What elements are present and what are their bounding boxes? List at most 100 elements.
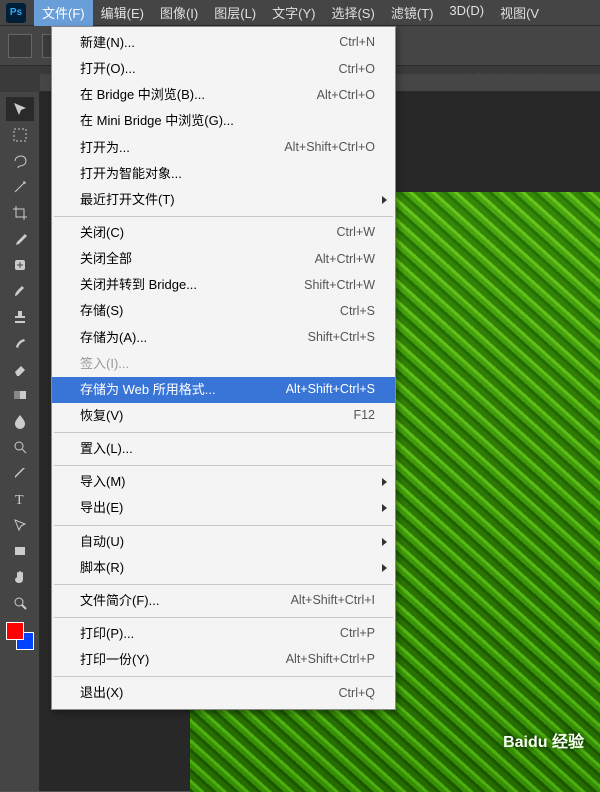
wand-icon <box>12 179 28 195</box>
menu-item-shortcut: Alt+Shift+Ctrl+I <box>279 591 375 610</box>
menu-item-shortcut: Alt+Ctrl+O <box>305 86 375 105</box>
tool-lasso[interactable] <box>6 149 34 173</box>
tool-wand[interactable] <box>6 175 34 199</box>
type-icon: T <box>12 491 28 507</box>
menu-item-shortcut: Ctrl+N <box>327 33 375 52</box>
menu-item-label: 打开为... <box>80 138 272 158</box>
app-logo: Ps <box>6 3 26 23</box>
file-menu-item-12[interactable]: 存储为(A)...Shift+Ctrl+S <box>52 325 395 351</box>
tool-blur[interactable] <box>6 409 34 433</box>
menu-item-label: 打开(O)... <box>80 59 327 79</box>
menu-item-shortcut: F12 <box>341 406 375 425</box>
menu-7[interactable]: 3D(D) <box>441 0 492 26</box>
menu-item-label: 关闭全部 <box>80 249 303 269</box>
path-select-icon <box>12 517 28 533</box>
svg-text:T: T <box>15 493 24 507</box>
menu-item-shortcut: Ctrl+P <box>328 624 375 643</box>
file-menu-item-17[interactable]: 置入(L)... <box>52 436 395 462</box>
file-menu-item-8[interactable]: 关闭(C)Ctrl+W <box>52 220 395 246</box>
menu-4[interactable]: 文字(Y) <box>264 0 323 26</box>
tool-zoom[interactable] <box>6 591 34 615</box>
file-menu-item-23[interactable]: 脚本(R) <box>52 555 395 581</box>
menu-3[interactable]: 图层(L) <box>206 0 264 26</box>
menu-item-shortcut: Alt+Shift+Ctrl+S <box>274 380 375 399</box>
menu-item-label: 导入(M) <box>80 472 375 492</box>
file-menu-item-1[interactable]: 打开(O)...Ctrl+O <box>52 56 395 82</box>
hand-icon <box>12 569 28 585</box>
brush-icon <box>12 283 28 299</box>
file-menu-item-13: 签入(I)... <box>52 351 395 377</box>
tool-brush[interactable] <box>6 279 34 303</box>
tool-pen[interactable] <box>6 461 34 485</box>
tool-eraser[interactable] <box>6 357 34 381</box>
menu-0[interactable]: 文件(F) <box>34 0 93 26</box>
file-menu-item-27[interactable]: 打印(P)...Ctrl+P <box>52 621 395 647</box>
menu-item-label: 签入(I)... <box>80 354 375 374</box>
menu-item-label: 存储为 Web 所用格式... <box>80 380 274 400</box>
menu-1[interactable]: 编辑(E) <box>93 0 152 26</box>
file-menu-item-10[interactable]: 关闭并转到 Bridge...Shift+Ctrl+W <box>52 272 395 298</box>
menu-separator <box>54 617 393 618</box>
tool-dodge[interactable] <box>6 435 34 459</box>
menu-separator <box>54 432 393 433</box>
lasso-icon <box>12 153 28 169</box>
tool-crop[interactable] <box>6 201 34 225</box>
tool-type[interactable]: T <box>6 487 34 511</box>
menu-separator <box>54 676 393 677</box>
file-menu-item-15[interactable]: 恢复(V)F12 <box>52 403 395 429</box>
file-menu-item-5[interactable]: 打开为智能对象... <box>52 161 395 187</box>
menu-item-label: 自动(U) <box>80 532 375 552</box>
file-menu-item-11[interactable]: 存储(S)Ctrl+S <box>52 298 395 324</box>
menu-2[interactable]: 图像(I) <box>152 0 206 26</box>
file-menu-item-20[interactable]: 导出(E) <box>52 495 395 521</box>
eyedropper-icon <box>12 231 28 247</box>
file-menu-item-25[interactable]: 文件简介(F)...Alt+Shift+Ctrl+I <box>52 588 395 614</box>
foreground-color-swatch[interactable] <box>6 622 24 640</box>
tool-heal[interactable] <box>6 253 34 277</box>
menu-item-label: 脚本(R) <box>80 558 375 578</box>
color-swatches[interactable] <box>6 622 34 650</box>
file-menu-item-14[interactable]: 存储为 Web 所用格式...Alt+Shift+Ctrl+S <box>52 377 395 403</box>
file-menu-item-28[interactable]: 打印一份(Y)Alt+Shift+Ctrl+P <box>52 647 395 673</box>
file-menu-item-9[interactable]: 关闭全部Alt+Ctrl+W <box>52 246 395 272</box>
watermark: Baidu 经验 <box>503 728 584 752</box>
menu-item-label: 在 Bridge 中浏览(B)... <box>80 85 305 105</box>
menu-item-label: 导出(E) <box>80 498 375 518</box>
menu-item-label: 打开为智能对象... <box>80 164 375 184</box>
file-menu-item-0[interactable]: 新建(N)...Ctrl+N <box>52 30 395 56</box>
heal-icon <box>12 257 28 273</box>
zoom-icon <box>12 595 28 611</box>
tool-hand[interactable] <box>6 565 34 589</box>
menu-item-label: 存储为(A)... <box>80 328 296 348</box>
menu-item-label: 关闭(C) <box>80 223 324 243</box>
menu-5[interactable]: 选择(S) <box>323 0 382 26</box>
menu-item-shortcut: Alt+Shift+Ctrl+O <box>272 138 375 157</box>
tool-rectangle[interactable] <box>6 539 34 563</box>
tool-marquee[interactable] <box>6 123 34 147</box>
tool-stamp[interactable] <box>6 305 34 329</box>
file-menu-item-19[interactable]: 导入(M) <box>52 469 395 495</box>
tool-preset-icon[interactable] <box>8 34 32 58</box>
menu-separator <box>54 525 393 526</box>
tool-eyedropper[interactable] <box>6 227 34 251</box>
menu-item-label: 关闭并转到 Bridge... <box>80 275 292 295</box>
tool-history-brush[interactable] <box>6 331 34 355</box>
file-menu-item-30[interactable]: 退出(X)Ctrl+Q <box>52 680 395 706</box>
menu-8[interactable]: 视图(V <box>492 0 547 26</box>
move-icon <box>12 101 28 117</box>
menu-6[interactable]: 滤镜(T) <box>383 0 442 26</box>
file-menu-item-6[interactable]: 最近打开文件(T) <box>52 187 395 213</box>
menu-item-label: 恢复(V) <box>80 406 341 426</box>
menu-item-shortcut: Ctrl+Q <box>327 684 375 703</box>
file-menu-dropdown: 新建(N)...Ctrl+N打开(O)...Ctrl+O在 Bridge 中浏览… <box>51 26 396 710</box>
submenu-arrow-icon <box>382 504 387 512</box>
pen-icon <box>12 465 28 481</box>
tool-move[interactable] <box>6 97 34 121</box>
tool-path-select[interactable] <box>6 513 34 537</box>
file-menu-item-22[interactable]: 自动(U) <box>52 529 395 555</box>
menu-separator <box>54 216 393 217</box>
tool-gradient[interactable] <box>6 383 34 407</box>
file-menu-item-3[interactable]: 在 Mini Bridge 中浏览(G)... <box>52 108 395 134</box>
file-menu-item-2[interactable]: 在 Bridge 中浏览(B)...Alt+Ctrl+O <box>52 82 395 108</box>
file-menu-item-4[interactable]: 打开为...Alt+Shift+Ctrl+O <box>52 135 395 161</box>
